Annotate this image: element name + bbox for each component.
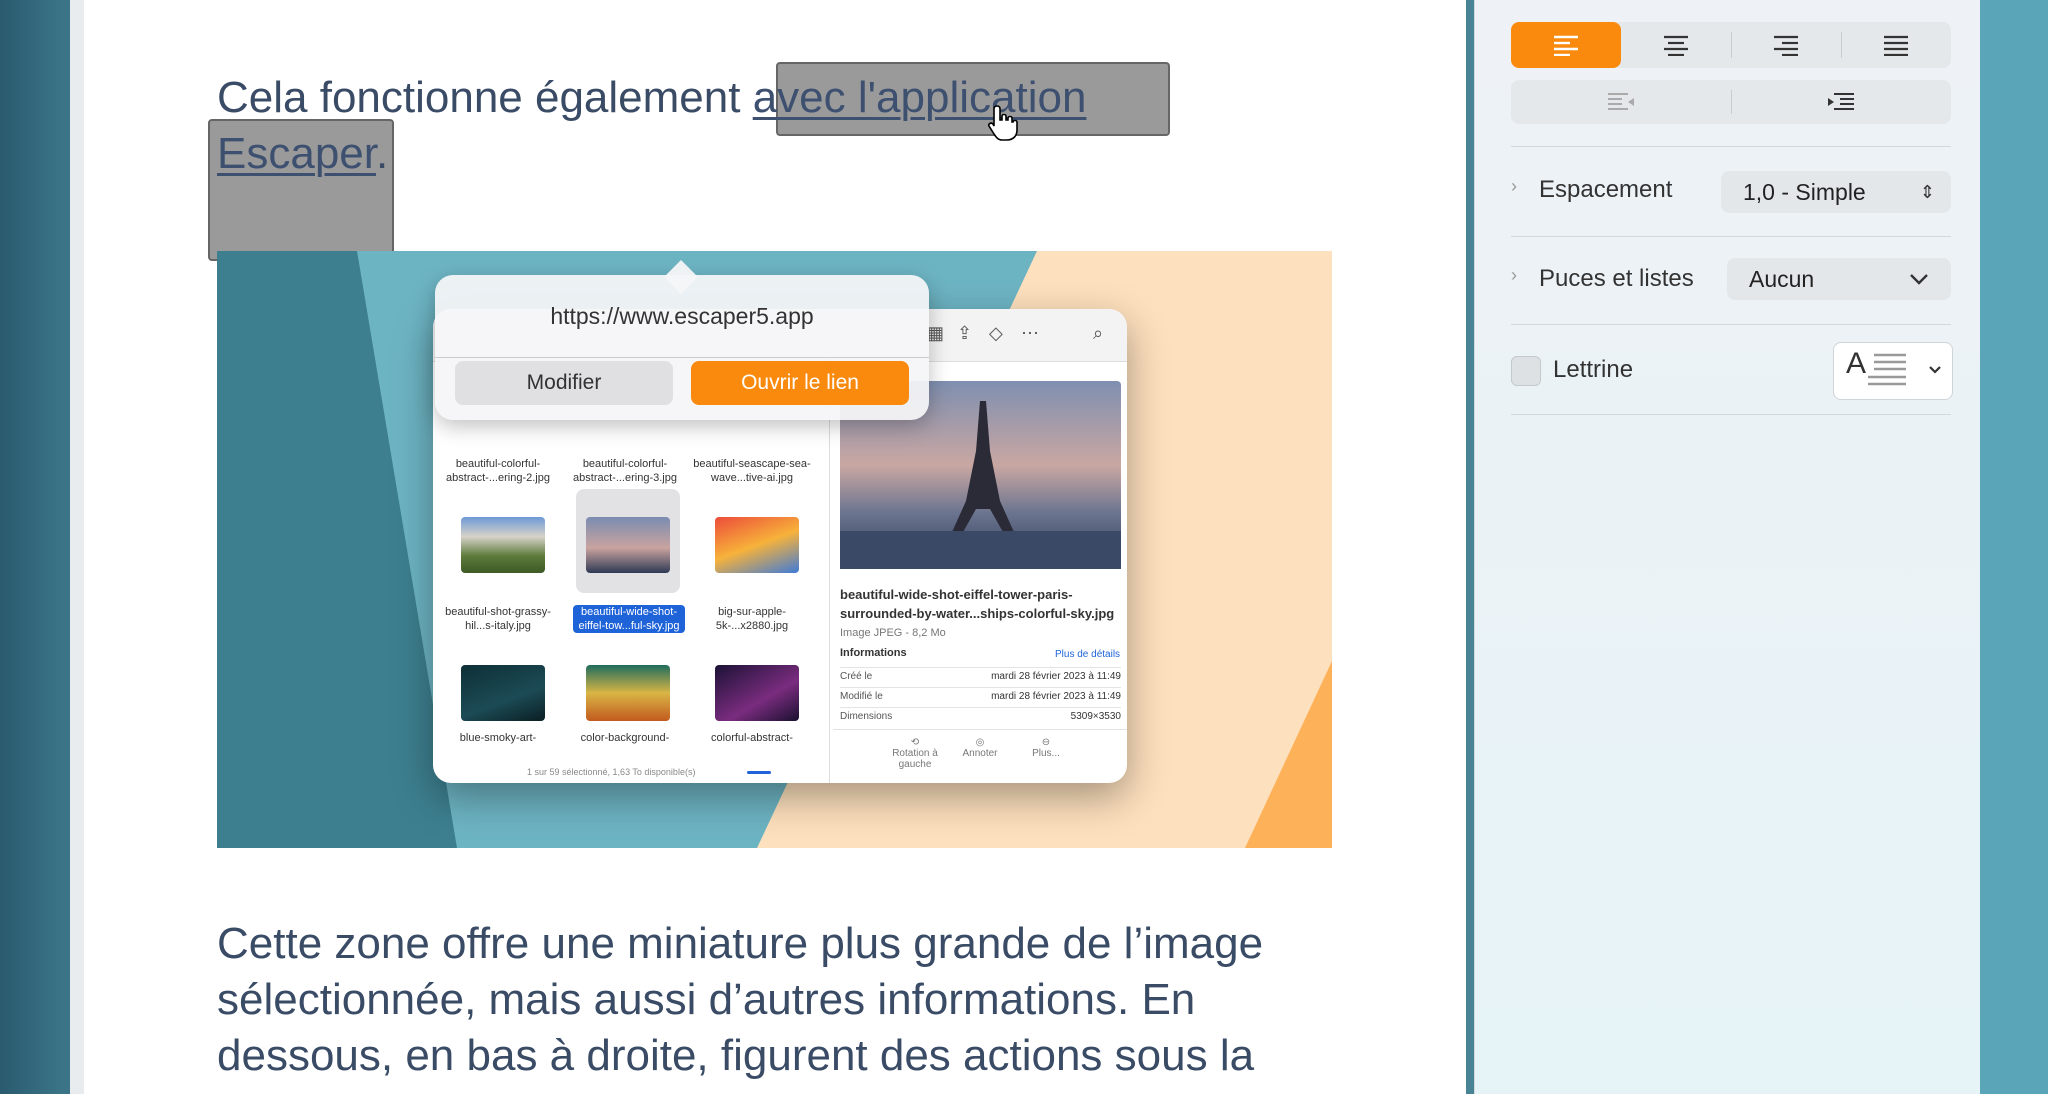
dropcap-preview-letter: A (1846, 347, 1867, 380)
dropcap-label[interactable]: Lettrine (1553, 356, 1633, 384)
decrease-indent-button[interactable] (1511, 80, 1731, 124)
thumbnail-label[interactable]: color-background- (561, 731, 689, 745)
thumbnail[interactable] (715, 665, 799, 721)
link-popover: https://www.escaper5.app Modifier Ouvrir… (435, 260, 929, 420)
chevron-right-icon[interactable]: › (1511, 265, 1517, 286)
tag-icon[interactable]: ◇ (989, 323, 1003, 344)
align-left-icon (1554, 35, 1578, 56)
thumbnail-label-selected[interactable]: beautiful-wide-shot-eiffel-tow...ful-sky… (573, 605, 685, 633)
indent-segmented-control (1511, 80, 1951, 124)
align-right-button[interactable] (1731, 22, 1841, 68)
justify-icon (1884, 35, 1908, 56)
updown-chevron-icon: ⇕ (1919, 182, 1935, 202)
more-action[interactable]: ⊖ Plus... (1011, 737, 1081, 759)
chevron-down-icon (1910, 274, 1928, 285)
thumbnail[interactable] (461, 665, 545, 721)
alignment-segmented-control (1511, 22, 1951, 68)
align-right-icon (1774, 35, 1798, 56)
thumbnail-label[interactable]: beautiful-colorful-abstract-...ering-3.j… (561, 457, 689, 485)
thumbnail-label[interactable]: beautiful-colorful-abstract-...ering-2.j… (434, 457, 562, 485)
escaper-link[interactable]: avec l'application (753, 73, 1087, 122)
open-link-button[interactable]: Ouvrir le lien (691, 361, 909, 405)
bullets-popup[interactable]: Aucun (1727, 258, 1951, 300)
zoom-slider[interactable] (747, 771, 771, 774)
paragraph-2: Cette zone offre une miniature plus gran… (217, 919, 1264, 1080)
thumbnail[interactable] (715, 517, 799, 573)
thumbnail-label[interactable]: beautiful-seascape-sea-wave...tive-ai.jp… (688, 457, 816, 485)
chevron-down-icon (1929, 366, 1941, 374)
dropcap-style-popup[interactable]: A (1833, 342, 1953, 400)
increase-indent-button[interactable] (1731, 80, 1951, 124)
bullets-label[interactable]: Puces et listes (1539, 265, 1694, 293)
increase-indent-icon (1828, 93, 1854, 110)
preview-subtitle: Image JPEG - 8,2 Mo (840, 627, 946, 639)
spacing-label[interactable]: Espacement (1539, 176, 1672, 204)
desktop-background (1980, 0, 2048, 1094)
info-heading: Informations (840, 647, 907, 659)
rotate-icon: ⟲ (910, 737, 920, 748)
more-details-link[interactable]: Plus de détails (1055, 649, 1120, 660)
annotate-icon: ◎ (975, 737, 985, 748)
escaper-link-cont[interactable]: Escaper (217, 129, 376, 178)
align-left-button[interactable] (1511, 22, 1621, 68)
paragraph-1-line-2: Escaper. (217, 129, 389, 178)
view-grid-icon[interactable]: ▦ (927, 323, 944, 344)
chevron-right-icon[interactable]: › (1511, 176, 1517, 197)
divider (1511, 146, 1951, 147)
hand-pointer-icon (988, 105, 1018, 141)
thumbnail-label[interactable]: blue-smoky-art- (434, 731, 562, 745)
annotate-action[interactable]: ◎ Annoter (945, 737, 1015, 759)
popover-divider (435, 357, 929, 358)
thumbnail[interactable] (586, 517, 670, 573)
thumbnail-label[interactable]: big-sur-apple-5k-...x2880.jpg (688, 605, 816, 633)
dropcap-lines-icon (1868, 353, 1906, 386)
embedded-screenshot: ▦ ⇪ ◇ ⋯ ⌕ beautiful-colorful-abstract-..… (217, 251, 1332, 848)
align-center-icon (1664, 35, 1688, 56)
thumbnail[interactable] (461, 517, 545, 573)
align-center-button[interactable] (1621, 22, 1731, 68)
format-sidebar: › Espacement 1,0 - Simple ⇕ › Puces et l… (1474, 0, 1981, 1094)
edit-link-button[interactable]: Modifier (455, 361, 673, 405)
thumbnail-label[interactable]: beautiful-shot-grassy-hil...s-italy.jpg (434, 605, 562, 633)
info-row: Dimensions 5309×3530 (840, 707, 1121, 722)
thumbnail[interactable] (586, 665, 670, 721)
status-bar: 1 sur 59 sélectionné, 1,63 To disponible… (527, 767, 696, 777)
divider (1511, 414, 1951, 415)
rotate-left-action[interactable]: ⟲ Rotation à gauche (880, 737, 950, 770)
popover-url: https://www.escaper5.app (550, 303, 814, 329)
dropcap-checkbox[interactable] (1511, 356, 1541, 386)
info-row: Créé le mardi 28 février 2023 à 11:49 (840, 667, 1121, 682)
pane-divider (829, 359, 830, 783)
thumbnail-label[interactable]: colorful-abstract- (688, 731, 816, 745)
info-row: Modifié le mardi 28 février 2023 à 11:49 (840, 687, 1121, 702)
divider (833, 729, 1127, 730)
more-circle-icon: ⊖ (1041, 737, 1051, 748)
paragraph-1-line-1: Cela fonctionne également avec l'applica… (217, 73, 1087, 122)
decrease-indent-icon (1608, 93, 1634, 110)
share-icon[interactable]: ⇪ (957, 323, 972, 344)
justify-button[interactable] (1841, 22, 1951, 68)
more-icon[interactable]: ⋯ (1021, 323, 1039, 344)
search-icon[interactable]: ⌕ (1093, 323, 1103, 344)
spacing-popup[interactable]: 1,0 - Simple ⇕ (1721, 171, 1951, 213)
preview-title: beautiful-wide-shot-eiffel-tower-paris-s… (840, 587, 1115, 621)
divider (1511, 236, 1951, 237)
divider (1511, 324, 1951, 325)
